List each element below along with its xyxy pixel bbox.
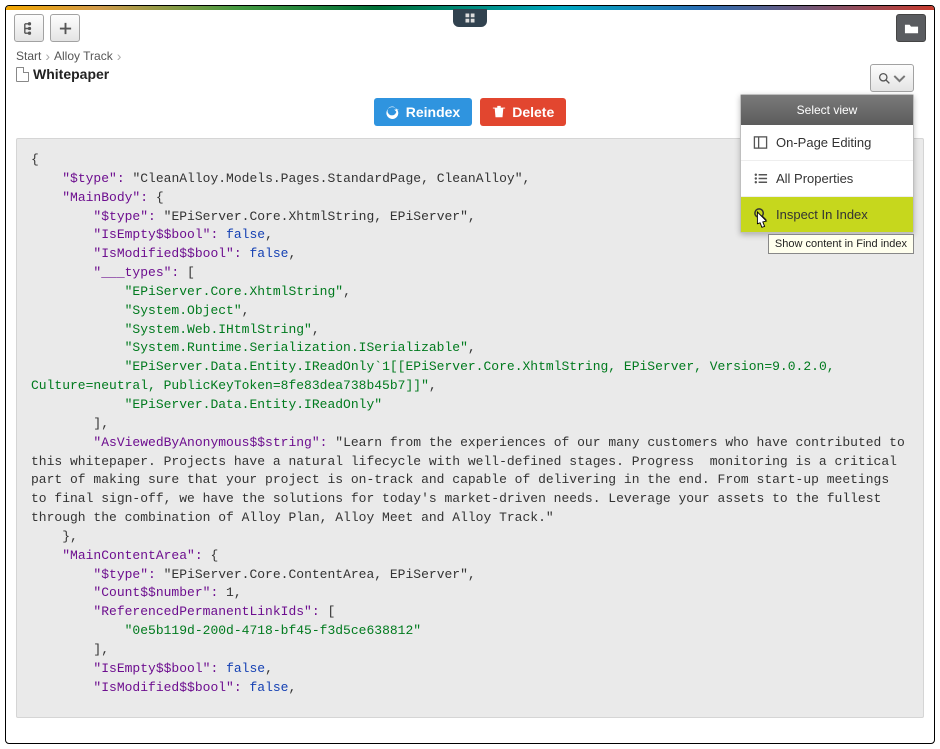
- search-icon: [878, 72, 891, 85]
- reindex-label: Reindex: [406, 104, 460, 120]
- dropdown-item-label: Inspect In Index: [776, 207, 868, 222]
- reindex-button[interactable]: Reindex: [374, 98, 472, 126]
- page-title-row: Whitepaper: [6, 64, 934, 90]
- add-button[interactable]: [50, 14, 80, 42]
- delete-label: Delete: [512, 104, 554, 120]
- assets-panel-button[interactable]: [896, 14, 926, 42]
- breadcrumb-separator: ›: [117, 48, 122, 64]
- refresh-icon: [386, 105, 400, 119]
- layout-icon: [753, 135, 768, 150]
- breadcrumb-item[interactable]: Alloy Track: [54, 49, 113, 63]
- dropdown-item-label: On-Page Editing: [776, 135, 871, 150]
- tree-toggle-button[interactable]: [14, 14, 44, 42]
- view-all-properties[interactable]: All Properties: [741, 160, 913, 196]
- top-toolbar: [6, 10, 934, 46]
- delete-button[interactable]: Delete: [480, 98, 566, 126]
- breadcrumb-separator: ›: [45, 48, 50, 64]
- breadcrumb: Start › Alloy Track ›: [6, 48, 934, 64]
- page-title: Whitepaper: [33, 66, 109, 82]
- cursor-pointer-icon: [752, 210, 770, 232]
- dropdown-item-label: All Properties: [776, 171, 853, 186]
- view-switcher-button[interactable]: [870, 64, 914, 92]
- top-center-handle[interactable]: [453, 9, 487, 27]
- tooltip: Show content in Find index: [768, 234, 914, 254]
- document-icon: [16, 67, 29, 82]
- breadcrumb-item[interactable]: Start: [16, 49, 41, 63]
- chevron-down-icon: [893, 72, 906, 85]
- view-onpage-editing[interactable]: On-Page Editing: [741, 125, 913, 160]
- list-icon: [753, 171, 768, 186]
- trash-icon: [492, 105, 506, 119]
- dropdown-header: Select view: [741, 95, 913, 125]
